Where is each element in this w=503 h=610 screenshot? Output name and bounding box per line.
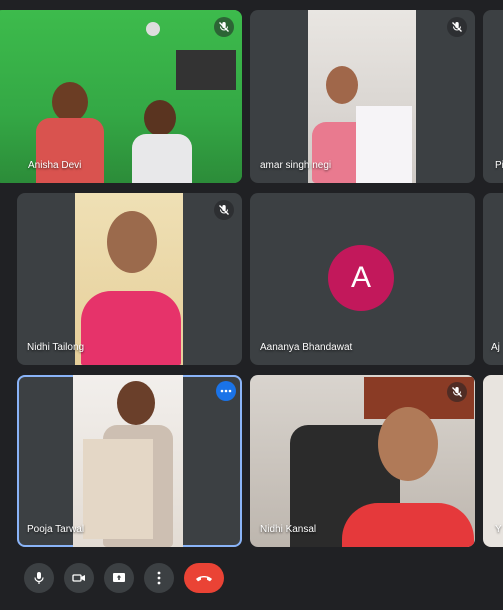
participant-name: Anisha Devi	[28, 160, 82, 171]
paper-sheet	[83, 439, 153, 539]
participant-tile-y[interactable]: Y	[483, 375, 503, 547]
participant-tile-nidhi-kansal[interactable]: Nidhi Kansal	[250, 375, 475, 547]
participant-name: Aj	[491, 342, 500, 353]
more-options-button[interactable]	[144, 563, 174, 593]
participant-tile-pi[interactable]: Pi	[483, 10, 503, 183]
woman-figure	[81, 211, 181, 365]
participant-name: Y	[495, 524, 502, 535]
participant-avatar: A	[328, 245, 394, 311]
present-screen-button[interactable]	[104, 563, 134, 593]
present-screen-icon	[113, 573, 125, 582]
paper-sheet	[356, 106, 412, 183]
video-feed	[75, 193, 183, 365]
end-call-button[interactable]	[184, 563, 224, 593]
camera-button[interactable]	[64, 563, 94, 593]
meeting-grid: Anisha Devi amar singh negi Pi Nidhi Tai…	[0, 0, 503, 610]
participant-name: Nidhi Kansal	[260, 524, 317, 535]
call-controls-bar	[0, 553, 503, 610]
participant-tile-pooja-tarwal[interactable]: Pooja Tarwal	[17, 375, 242, 547]
muted-microphone-icon	[447, 17, 467, 37]
participant-tile-aananya-bhandawat[interactable]: A Aananya Bhandawat	[250, 193, 475, 365]
participant-name: Pi	[495, 160, 503, 171]
woman-figure	[342, 407, 474, 547]
participant-name: Aananya Bhandawat	[260, 342, 353, 353]
video-feed	[0, 10, 242, 183]
participant-tile-nidhi-tailong[interactable]: Nidhi Tailong	[17, 193, 242, 365]
more-options-icon[interactable]	[216, 381, 236, 401]
participant-name: Nidhi Tailong	[27, 342, 85, 353]
video-feed	[308, 10, 416, 183]
end-call-icon	[196, 576, 212, 582]
microphone-icon	[34, 572, 44, 584]
muted-microphone-icon	[214, 17, 234, 37]
participant-name: amar singh negi	[260, 160, 332, 171]
muted-microphone-icon	[447, 382, 467, 402]
participant-tile-amar-singh-negi[interactable]: amar singh negi	[250, 10, 475, 183]
wall-clock	[146, 22, 160, 36]
video-feed	[73, 375, 183, 547]
wall-cabinet	[176, 50, 236, 90]
participant-tile-aj[interactable]: Aj	[483, 193, 503, 365]
muted-microphone-icon	[214, 200, 234, 220]
camera-icon	[72, 574, 85, 582]
participant-name: Pooja Tarwal	[27, 524, 85, 535]
more-options-icon	[157, 571, 161, 585]
microphone-button[interactable]	[24, 563, 54, 593]
video-feed	[250, 375, 475, 547]
child-figure	[122, 100, 202, 183]
participant-tile-anisha-devi[interactable]: Anisha Devi	[0, 10, 242, 183]
